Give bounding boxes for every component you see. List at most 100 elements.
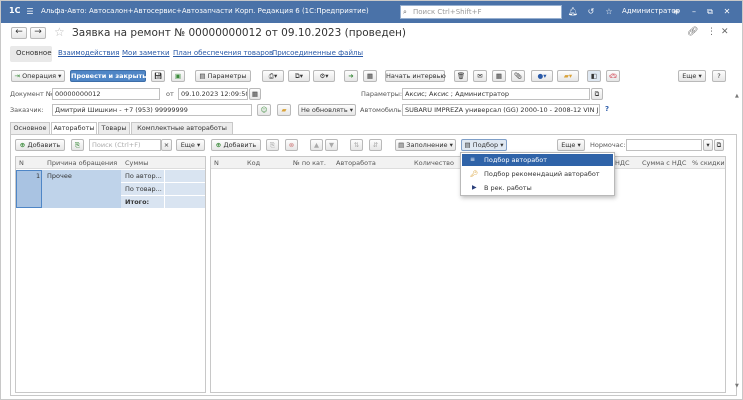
more-vertical-icon[interactable]: ⋮ (707, 27, 716, 37)
customer-folder-button[interactable]: ▰ (277, 104, 291, 116)
print-button[interactable]: ⎙▾ (262, 70, 284, 82)
left-more-button[interactable]: Еще ▾ (176, 139, 205, 151)
params-label: Параметры: (361, 90, 403, 98)
move-down-button[interactable]: ▼ (325, 139, 338, 151)
right-more-button[interactable]: Еще ▾ (557, 139, 585, 151)
norm-hour-open[interactable]: ⧉ (714, 139, 724, 151)
operation-button[interactable]: ⇥ Операция ▾ (11, 70, 65, 82)
car-icon: 🚗︎ (608, 72, 618, 80)
forward-button[interactable]: → (30, 27, 46, 39)
save-button[interactable]: 💾︎ (151, 70, 165, 82)
doc-no-field[interactable]: 00000000012 (52, 88, 160, 100)
select-button[interactable]: ▤ Подбор ▾ (461, 139, 507, 151)
more-button[interactable]: Еще ▾ (678, 70, 706, 82)
scroll-down-icon[interactable]: ▼ (735, 383, 739, 389)
inner-tab-complete-works[interactable]: Комплектные автоработы (131, 122, 233, 134)
sort-desc-button[interactable]: ⇵ (369, 139, 382, 151)
menu-item-to-recommended[interactable]: ▶ В рек. работы (462, 182, 613, 194)
go-button[interactable]: ➜ (344, 70, 358, 82)
parameters-button[interactable]: ▤ Параметры (195, 70, 251, 82)
back-button[interactable]: ← (11, 27, 27, 39)
col-sum-vat: Сумма с НДС (642, 159, 687, 167)
menu-item-select-autoworks-label: Подбор авторабот (484, 156, 547, 164)
sort-desc-icon: ⇵ (372, 141, 379, 149)
col-code: Код (247, 159, 261, 167)
move-up-button[interactable]: ▲ (310, 139, 323, 151)
col-sums: Суммы (125, 159, 149, 167)
fill-label: Заполнение (406, 141, 448, 149)
no-update-button[interactable]: Не обновлять ▾ (298, 104, 356, 116)
history-icon[interactable]: ↺ (585, 1, 597, 23)
right-add-button[interactable]: ⊕ Добавить (211, 139, 261, 151)
tab-main[interactable]: Основное (10, 46, 52, 62)
select-icon: ▤ (464, 141, 473, 149)
post-and-close-button[interactable]: Провести и закрыть (70, 70, 146, 82)
menu-icon[interactable]: ☰ (23, 1, 37, 23)
table-button[interactable]: ▦ (492, 70, 506, 82)
tab-interactions[interactable]: Взаимодействия (58, 49, 119, 57)
maximize-icon[interactable]: ⧉ (705, 1, 715, 23)
norm-hour-field[interactable] (626, 139, 702, 151)
menu-item-select-recommendations[interactable]: 🔑︎ Подбор рекомендаций авторабот (462, 168, 613, 180)
car-button[interactable]: 🚗︎ (606, 70, 620, 82)
auto-help-icon[interactable]: ? (605, 105, 609, 113)
menu-item-select-autoworks[interactable]: ≡ Подбор авторабот (462, 154, 613, 166)
app-window: 1С ☰ Альфа-Авто: Автосалон+Автосервис+Ав… (0, 0, 743, 400)
vertical-scrollbar[interactable]: ▲ ▼ (735, 93, 742, 393)
col-discount: % скидки (692, 159, 725, 167)
menu-item-select-recommendations-label: Подбор рекомендаций авторабот (484, 170, 600, 178)
create-based-button[interactable]: ⧉▾ (288, 70, 310, 82)
sort-asc-button[interactable]: ⇅ (350, 139, 363, 151)
right-copy-button[interactable]: ⎘ (266, 139, 279, 151)
document-icon: ▤ (199, 72, 208, 80)
settings-icon[interactable]: ≡ (671, 1, 681, 23)
arrow-down-icon: ▼ (329, 141, 334, 149)
report-icon: ▦ (366, 72, 374, 80)
tab-supply-plan[interactable]: План обеспечения товаров (173, 49, 273, 57)
tab-attached-files[interactable]: Присоединенные файлы (272, 49, 363, 57)
left-copy-button[interactable]: ⎘ (71, 139, 84, 151)
scroll-up-icon[interactable]: ▲ (735, 93, 739, 99)
close-icon[interactable]: ✕ (722, 1, 732, 23)
customer-card-button[interactable]: ☺ (257, 104, 271, 116)
col-quantity: Количество (414, 159, 454, 167)
inner-tab-goods[interactable]: Товары (98, 122, 130, 134)
related-docs-button[interactable]: ⚙▾ (313, 70, 335, 82)
close-doc-icon[interactable]: ✕ (721, 27, 729, 37)
norm-hour-dropdown[interactable]: ▾ (703, 139, 713, 151)
right-delete-button[interactable]: ⊗ (285, 139, 298, 151)
report-button[interactable]: ▦ (363, 70, 377, 82)
post-button[interactable]: ▣ (171, 70, 185, 82)
auto-field[interactable]: SUBARU IMPREZA универсал (GG) 2000-10 - … (402, 104, 600, 116)
trash-icon: 🗑︎ (456, 72, 466, 80)
favorite-star-icon[interactable]: ☆ (54, 25, 65, 39)
global-search-input[interactable]: ⌕ Поиск Ctrl+Shift+F (400, 5, 562, 19)
minimize-icon[interactable]: – (689, 1, 699, 23)
document-title: Заявка на ремонт № 00000000012 от 09.10.… (72, 27, 407, 39)
inner-tab-main[interactable]: Основное (10, 122, 50, 134)
link-icon[interactable]: 🔗︎ (687, 27, 698, 37)
attach-button[interactable]: 📎︎ (511, 70, 525, 82)
search-icon: ⌕ (403, 8, 407, 16)
fill-button[interactable]: ▤ Заполнение ▾ (395, 139, 456, 151)
customer-field[interactable]: Дмитрий Шишкин - +7 (953) 99999999 (52, 104, 252, 116)
delete-button[interactable]: 🗑︎ (454, 70, 468, 82)
mail-button[interactable]: ✉ (473, 70, 487, 82)
bell-icon[interactable]: 🔔︎ (567, 1, 579, 23)
params-field[interactable]: Аксис; Аксис ; Администратор (402, 88, 590, 100)
left-search-input[interactable]: Поиск (Ctrl+F) (89, 139, 161, 151)
left-search-clear[interactable]: × (161, 139, 172, 151)
parameters-label: Параметры (207, 72, 247, 80)
calendar-button[interactable]: ▦ (249, 88, 261, 100)
params-open-button[interactable]: ⧉ (591, 88, 603, 100)
help-button[interactable]: ? (712, 70, 726, 82)
star-icon[interactable]: ☆ (603, 1, 615, 23)
tab-notes[interactable]: Мои заметки (122, 49, 170, 57)
status-button[interactable]: ●▾ (531, 70, 553, 82)
folder-button[interactable]: ▰▾ (557, 70, 579, 82)
left-add-button[interactable]: ⊕ Добавить (15, 139, 65, 151)
panel-button[interactable]: ◧ (587, 70, 601, 82)
date-field[interactable]: 09.10.2023 12:09:50 (178, 88, 248, 100)
copy-icon-2: ⎘ (269, 141, 276, 149)
start-interview-button[interactable]: Начать интервью (385, 70, 446, 82)
